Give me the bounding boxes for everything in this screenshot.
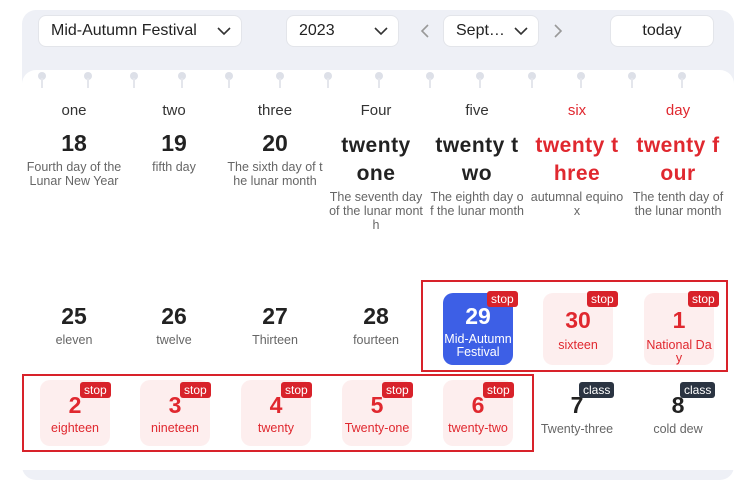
- day-cell[interactable]: 26 twelve: [124, 303, 224, 347]
- workday-tag: class: [579, 382, 615, 398]
- weekday-header: five: [465, 102, 489, 119]
- binder-ring: [178, 72, 186, 88]
- binder-ring: [678, 72, 686, 88]
- chevron-down-icon: [370, 21, 392, 41]
- lunar-date: fifth day: [152, 160, 196, 174]
- day-number: twenty two: [435, 134, 519, 185]
- day-number: twenty one: [341, 134, 411, 185]
- day-cell[interactable]: twenty three autumnal equinox: [527, 132, 627, 218]
- calendar-toolbar: Mid-Autumn Festival 2023 Sept… today: [0, 0, 750, 70]
- ring-line: [133, 78, 135, 88]
- day-number: 20: [262, 130, 288, 156]
- day-number: twenty three: [535, 134, 619, 185]
- day-cell[interactable]: twenty one The seventh day of the lunar m…: [326, 132, 426, 232]
- binder-ring: [577, 72, 585, 88]
- day-number: 18: [61, 130, 87, 156]
- day-cell[interactable]: twenty four The tenth day of the lunar mo…: [628, 132, 728, 218]
- workday-tag: class: [680, 382, 716, 398]
- weekday-header: two: [162, 102, 186, 119]
- day-cell[interactable]: 27 Thirteen: [225, 303, 325, 347]
- day-cell[interactable]: 18 Fourth day of the Lunar New Year: [24, 130, 124, 188]
- day-number: 25: [61, 303, 87, 329]
- binder-ring: [276, 72, 284, 88]
- binder-ring: [628, 72, 636, 88]
- ring-line: [580, 78, 582, 88]
- next-month-button[interactable]: [548, 20, 568, 42]
- previous-month-button[interactable]: [414, 20, 434, 42]
- day-number: 27: [262, 303, 288, 329]
- binder-ring: [375, 72, 383, 88]
- day-number: 26: [161, 303, 187, 329]
- ring-line: [87, 78, 89, 88]
- binder-ring: [324, 72, 332, 88]
- holiday-highlight-box: [421, 280, 728, 372]
- binder-ring: [225, 72, 233, 88]
- festival-select-value: Mid-Autumn Festival: [51, 22, 197, 39]
- lunar-date: The sixth day of the lunar month: [227, 160, 323, 188]
- ring-line: [531, 78, 533, 88]
- day-number: twenty four: [636, 134, 720, 185]
- binder-ring: [476, 72, 484, 88]
- ring-line: [429, 78, 431, 88]
- chevron-left-icon: [420, 24, 429, 38]
- weekday-header: three: [257, 102, 293, 119]
- month-select-value: Sept…: [456, 22, 505, 39]
- binder-ring: [84, 72, 92, 88]
- month-select[interactable]: Sept…: [443, 15, 539, 47]
- weekday-header: day: [665, 102, 691, 119]
- lunar-date: eleven: [55, 333, 93, 347]
- lunar-date: Twenty-three: [540, 422, 614, 436]
- lunar-date: The tenth day of the lunar month: [632, 190, 724, 218]
- day-cell[interactable]: twenty two The eighth day of the lunar mo…: [427, 132, 527, 218]
- festival-select[interactable]: Mid-Autumn Festival: [38, 15, 242, 47]
- binder-ring: [38, 72, 46, 88]
- day-number: 19: [161, 130, 187, 156]
- binder-ring: [130, 72, 138, 88]
- lunar-date: cold dew: [653, 422, 703, 436]
- workday-cell[interactable]: 8 cold dew: [628, 392, 728, 436]
- lunar-date: Fourth day of the Lunar New Year: [26, 160, 122, 188]
- weekday-header: one: [61, 102, 87, 119]
- ring-line: [41, 78, 43, 88]
- ring-line: [479, 78, 481, 88]
- year-select-value: 2023: [299, 22, 335, 39]
- lunar-date: twelve: [156, 333, 192, 347]
- ring-line: [631, 78, 633, 88]
- day-cell[interactable]: 28 fourteen: [326, 303, 426, 347]
- ring-line: [327, 78, 329, 88]
- lunar-date: autumnal equinox: [530, 190, 624, 218]
- holiday-highlight-box: [22, 374, 534, 452]
- lunar-date: The eighth day of the lunar month: [430, 190, 524, 218]
- day-cell[interactable]: 20 The sixth day of the lunar month: [225, 130, 325, 188]
- ring-line: [681, 78, 683, 88]
- ring-line: [378, 78, 380, 88]
- day-cell[interactable]: 19 fifth day: [124, 130, 224, 174]
- day-number: 28: [363, 303, 389, 329]
- ring-line: [228, 78, 230, 88]
- weekday-header: six: [567, 102, 587, 119]
- day-cell[interactable]: 25 eleven: [24, 303, 124, 347]
- lunar-date: The seventh day of the lunar month: [329, 190, 423, 232]
- chevron-down-icon: [213, 21, 235, 41]
- year-select[interactable]: 2023: [286, 15, 399, 47]
- workday-cell[interactable]: 7 Twenty-three: [527, 392, 627, 436]
- lunar-date: Thirteen: [252, 333, 298, 347]
- binder-ring: [528, 72, 536, 88]
- today-button[interactable]: today: [610, 15, 714, 47]
- ring-line: [181, 78, 183, 88]
- lunar-date: fourteen: [353, 333, 399, 347]
- chevron-down-icon: [510, 21, 532, 41]
- ring-line: [279, 78, 281, 88]
- chevron-right-icon: [553, 24, 562, 38]
- weekday-header: Four: [360, 102, 392, 119]
- binder-ring: [426, 72, 434, 88]
